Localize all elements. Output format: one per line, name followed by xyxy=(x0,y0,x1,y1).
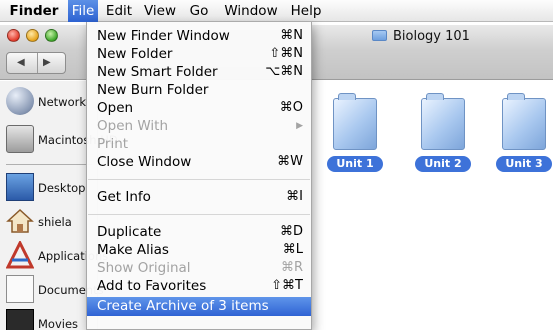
menu-edit[interactable]: Edit xyxy=(104,0,134,22)
home-icon xyxy=(6,208,34,233)
back-forward-buttons: ◀ ▶ xyxy=(6,52,66,74)
sidebar-item-home[interactable]: shiela xyxy=(6,207,98,237)
menu-item-shortcut: ⌘W xyxy=(277,154,303,169)
menu-item-create-archive[interactable]: Create Archive of 3 items xyxy=(87,297,311,316)
sidebar-item-documents[interactable]: Documents xyxy=(6,275,104,305)
menu-separator xyxy=(88,179,310,180)
desktop-icon xyxy=(6,173,34,201)
sidebar-divider xyxy=(6,164,92,165)
folder-label: Unit 1 xyxy=(327,156,383,172)
close-window-button[interactable] xyxy=(7,29,20,42)
folder-label: Unit 2 xyxy=(415,156,471,172)
menu-view[interactable]: View xyxy=(142,0,178,22)
menu-item-label: New Folder xyxy=(97,46,173,62)
menu-item-label: Close Window xyxy=(97,154,192,170)
menu-item-close-window[interactable]: Close Window ⌘W xyxy=(87,153,311,171)
menu-finder[interactable]: Finder xyxy=(6,0,62,22)
folder-icon xyxy=(502,93,546,150)
menu-item-shortcut: ⇧⌘T xyxy=(271,278,303,293)
folder-unit-2[interactable]: Unit 2 xyxy=(413,93,473,178)
documents-icon xyxy=(6,275,34,303)
sidebar-item-label: Movies xyxy=(38,317,79,330)
menu-item-shortcut: ⌘R xyxy=(280,260,303,275)
file-menu-dropdown: New Finder Window ⌘N New Folder ⇧⌘N New … xyxy=(86,22,312,330)
menu-help[interactable]: Help xyxy=(289,0,323,22)
menu-item-shortcut: ⌥⌘N xyxy=(265,64,303,79)
zoom-window-button[interactable] xyxy=(45,29,58,42)
menu-file[interactable]: File xyxy=(68,0,98,22)
sidebar-item-applications[interactable]: Applications xyxy=(6,241,108,271)
menu-item-open[interactable]: Open ⌘O xyxy=(87,99,311,117)
folder-label: Unit 3 xyxy=(496,156,552,172)
forward-arrow-icon[interactable]: ▶ xyxy=(43,57,51,68)
submenu-arrow-icon: ▶ xyxy=(296,121,303,131)
menu-window[interactable]: Window xyxy=(222,0,280,22)
movies-icon xyxy=(6,309,34,330)
window-title: Biology 101 xyxy=(372,29,470,45)
menu-item-label: Create Archive of 3 items xyxy=(97,298,269,314)
menu-item-shortcut: ⌘I xyxy=(286,189,303,204)
folder-icon xyxy=(333,93,377,150)
sidebar-item-network[interactable]: Network xyxy=(6,87,98,117)
menu-item-label: Open xyxy=(97,100,134,116)
menu-item-label: Get Info xyxy=(97,189,151,205)
menu-item-get-info[interactable]: Get Info ⌘I xyxy=(87,188,311,206)
menu-item-shortcut: ⌘N xyxy=(280,28,303,43)
applications-icon xyxy=(6,241,34,269)
menu-item-shortcut: ⌘O xyxy=(279,100,303,115)
menu-item-label: Add to Favorites xyxy=(97,278,207,294)
hard-disk-icon xyxy=(6,125,34,153)
minimize-window-button[interactable] xyxy=(26,29,39,42)
menu-item-show-original: Show Original ⌘R xyxy=(87,259,311,277)
menu-go[interactable]: Go xyxy=(187,0,211,22)
menu-item-label: Duplicate xyxy=(97,224,162,240)
folder-icon xyxy=(372,30,387,41)
sidebar-item-label: shiela xyxy=(38,215,72,229)
menu-item-duplicate[interactable]: Duplicate ⌘D xyxy=(87,223,311,241)
menu-item-label: Make Alias xyxy=(97,242,169,258)
menu-item-label: Print xyxy=(97,136,129,152)
menu-bar: Finder File Edit View Go Window Help xyxy=(0,0,553,22)
sidebar-item-macintosh-hd[interactable]: Macintosh HD xyxy=(6,125,118,155)
menu-item-make-alias[interactable]: Make Alias ⌘L xyxy=(87,241,311,259)
menu-item-new-finder-window[interactable]: New Finder Window ⌘N xyxy=(87,27,311,45)
folder-unit-3[interactable]: Unit 3 xyxy=(494,93,553,178)
sidebar-item-movies[interactable]: Movies xyxy=(6,309,98,330)
menu-item-add-to-favorites[interactable]: Add to Favorites ⇧⌘T xyxy=(87,277,311,295)
menu-item-print: Print xyxy=(87,135,311,153)
menu-item-label: Open With xyxy=(97,118,169,134)
nav-divider xyxy=(37,53,38,73)
menu-item-label: Show Original xyxy=(97,260,191,276)
folder-unit-1[interactable]: Unit 1 xyxy=(325,93,385,178)
menu-item-label: New Burn Folder xyxy=(97,82,209,98)
sidebar-item-desktop[interactable]: Desktop xyxy=(6,173,98,203)
folder-icon xyxy=(421,93,465,150)
sidebar-item-label: Desktop xyxy=(38,181,86,195)
menu-item-new-burn-folder[interactable]: New Burn Folder xyxy=(87,81,311,99)
menu-item-label: New Smart Folder xyxy=(97,64,218,80)
menu-item-shortcut: ⌘L xyxy=(282,242,303,257)
menu-item-new-folder[interactable]: New Folder ⇧⌘N xyxy=(87,45,311,63)
menu-item-shortcut: ⇧⌘N xyxy=(269,46,303,61)
sidebar: Network Macintosh HD Desktop shiela Appl… xyxy=(0,81,118,330)
menu-item-label: New Finder Window xyxy=(97,28,230,44)
window-title-text: Biology 101 xyxy=(393,29,470,44)
menu-item-open-with: Open With ▶ xyxy=(87,117,311,135)
menu-separator xyxy=(88,214,310,215)
network-globe-icon xyxy=(6,87,34,115)
menu-item-new-smart-folder[interactable]: New Smart Folder ⌥⌘N xyxy=(87,63,311,81)
sidebar-item-label: Network xyxy=(38,95,87,109)
menu-item-shortcut: ⌘D xyxy=(279,224,303,239)
back-arrow-icon[interactable]: ◀ xyxy=(17,57,25,68)
